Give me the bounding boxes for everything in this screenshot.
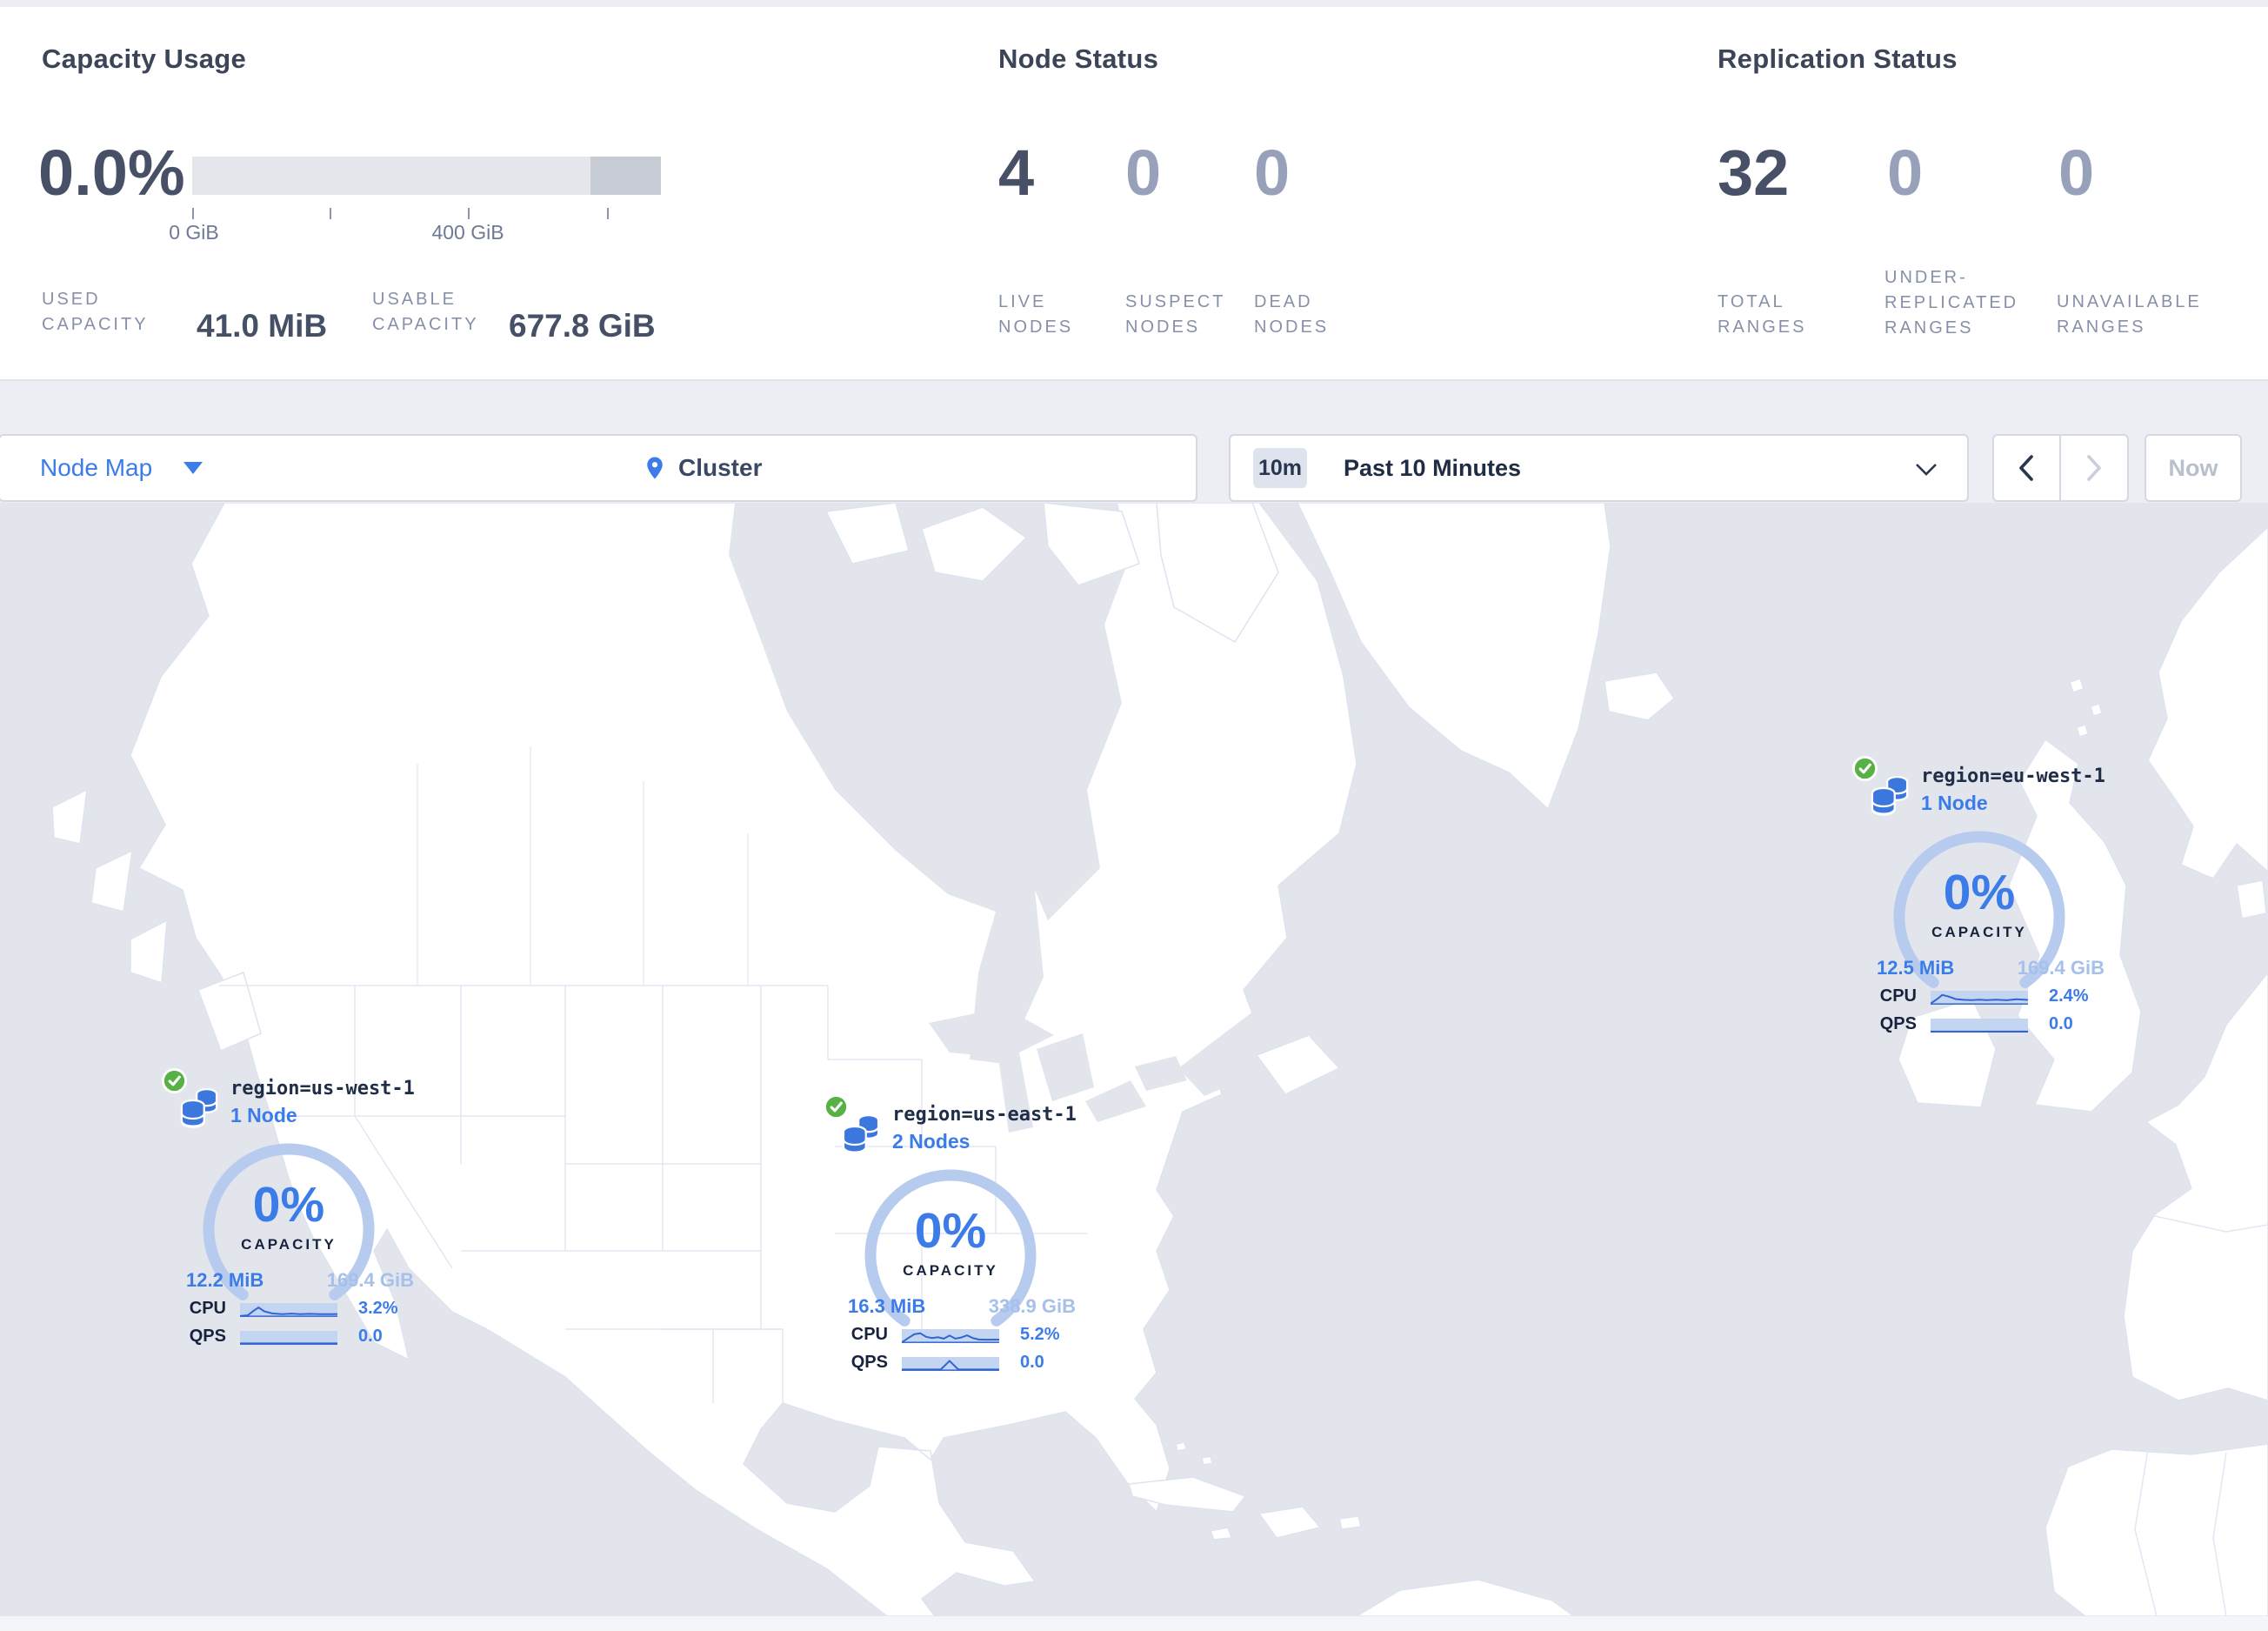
total-ranges-label: TOTAL RANGES: [1718, 292, 1807, 337]
capacity-usage-bar: [192, 157, 661, 195]
breadcrumb[interactable]: Cluster: [642, 436, 762, 500]
view-mode-dropdown[interactable]: Node Map: [40, 436, 203, 500]
world-map-svg: [0, 502, 2268, 1617]
qps-metric-row: QPS 0.0: [161, 1326, 422, 1350]
chevron-left-icon: [2019, 455, 2034, 481]
cpu-metric-row: CPU 2.4%: [1851, 986, 2112, 1010]
cpu-sparkline: [240, 1303, 337, 1317]
database-stack-icon: [842, 1114, 880, 1156]
qps-metric-row: QPS 0.0: [1851, 1013, 2112, 1038]
unavailable-ranges-count: 0: [2058, 137, 2095, 209]
time-step-forward-button[interactable]: [2061, 436, 2128, 500]
used-capacity-value: 41.0 MiB: [197, 308, 328, 344]
chevron-down-icon: [1916, 464, 1937, 476]
capacity-axis-tick-400: 400 GiB: [431, 221, 504, 244]
capacity-bar-axis: [192, 208, 661, 219]
live-nodes-label: LIVE NODES: [998, 292, 1074, 337]
under-replicated-ranges-label: UNDER- REPLICATED RANGES: [1884, 268, 2019, 338]
time-range-dropdown[interactable]: 10m Past 10 Minutes: [1229, 434, 1969, 502]
capacity-caption: CAPACITY: [903, 1262, 998, 1279]
database-stack-icon: [1871, 776, 1909, 818]
capacity-used-value: 16.3 MiB: [848, 1295, 926, 1317]
usable-capacity-value: 677.8 GiB: [509, 308, 656, 344]
time-step-back-button[interactable]: [1994, 436, 2061, 500]
capacity-used-value: 12.2 MiB: [186, 1269, 264, 1291]
dead-nodes-count: 0: [1254, 137, 1291, 209]
suspect-nodes-label: SUSPECT NODES: [1125, 292, 1226, 337]
qps-sparkline: [902, 1357, 999, 1371]
region-label: region=us-west-1: [230, 1078, 415, 1100]
dead-nodes-label: DEAD NODES: [1254, 292, 1330, 337]
cpu-label: CPU: [850, 1325, 888, 1344]
qps-value: 0.0: [1020, 1353, 1044, 1372]
view-mode-label: Node Map: [40, 454, 153, 481]
capacity-values: 16.3 MiB 338.9 GiB: [848, 1294, 1076, 1319]
qps-value: 0.0: [2049, 1014, 2073, 1033]
capacity-percent: 0%: [252, 1177, 325, 1233]
capacity-caption: CAPACITY: [241, 1236, 337, 1253]
map-toolbar: Node Map Cluster: [0, 434, 1197, 502]
node-count-label: 1 Node: [230, 1104, 297, 1126]
node-map-page: Capacity Usage 0.0% 0 GiB 400 GiB USED C…: [0, 0, 2268, 1631]
replication-status-title: Replication Status: [1718, 43, 1958, 74]
capacity-used-value: 12.5 MiB: [1877, 957, 1955, 979]
qps-sparkline: [240, 1331, 337, 1345]
qps-metric-row: QPS 0.0: [823, 1352, 1084, 1376]
usable-capacity-label: USABLE CAPACITY: [372, 290, 479, 334]
capacity-total-value: 169.4 GiB: [326, 1269, 414, 1291]
map-bottom-strip: [0, 1616, 2268, 1631]
world-map[interactable]: [0, 502, 2268, 1617]
qps-sparkline: [1931, 1019, 2028, 1033]
capacity-axis-tick-0: 0 GiB: [169, 221, 219, 244]
qps-label: QPS: [189, 1327, 226, 1346]
map-pin-icon: [642, 453, 668, 483]
node-map-marker-eu-west-1[interactable]: region=eu-west-1 1 Node 0% CAPACITY 12.5…: [1851, 760, 2112, 1056]
capacity-usage-title: Capacity Usage: [42, 43, 247, 74]
capacity-values: 12.2 MiB 169.4 GiB: [186, 1268, 414, 1293]
node-map-marker-us-west-1[interactable]: region=us-west-1 1 Node 0% CAPACITY 12.2…: [161, 1073, 422, 1368]
region-label: region=eu-west-1: [1921, 765, 2105, 787]
cpu-metric-row: CPU 5.2%: [823, 1324, 1084, 1348]
node-count-label: 2 Nodes: [892, 1130, 971, 1153]
total-ranges-count: 32: [1718, 137, 1790, 209]
capacity-total-value: 169.4 GiB: [2017, 957, 2105, 979]
capacity-percent: 0%: [914, 1203, 987, 1259]
cluster-summary-panel: Capacity Usage 0.0% 0 GiB 400 GiB USED C…: [0, 7, 2268, 381]
now-button-label: Now: [2168, 454, 2218, 481]
capacity-total-value: 338.9 GiB: [988, 1295, 1076, 1317]
unavailable-ranges-label: UNAVAILABLE RANGES: [2057, 292, 2202, 337]
capacity-usage-percent: 0.0%: [38, 137, 185, 209]
qps-label: QPS: [850, 1353, 888, 1372]
node-status-title: Node Status: [998, 43, 1159, 74]
now-button[interactable]: Now: [2145, 434, 2242, 502]
cpu-label: CPU: [189, 1299, 226, 1318]
cpu-value: 2.4%: [2049, 986, 2089, 1006]
capacity-percent: 0%: [1943, 865, 2016, 920]
capacity-bar-reserved: [590, 157, 661, 195]
cpu-label: CPU: [1879, 986, 1917, 1006]
cpu-sparkline: [1931, 991, 2028, 1005]
time-window-label: Past 10 Minutes: [1344, 454, 1522, 481]
under-replicated-ranges-count: 0: [1887, 137, 1924, 209]
cpu-sparkline: [902, 1329, 999, 1343]
used-capacity-label: USED CAPACITY: [42, 290, 149, 334]
capacity-values: 12.5 MiB 169.4 GiB: [1877, 956, 2105, 980]
chevron-right-icon: [2086, 455, 2101, 481]
database-stack-icon: [180, 1088, 218, 1130]
qps-label: QPS: [1879, 1014, 1917, 1033]
suspect-nodes-count: 0: [1125, 137, 1162, 209]
breadcrumb-label: Cluster: [678, 454, 763, 481]
cpu-metric-row: CPU 3.2%: [161, 1298, 422, 1322]
time-step-buttons: [1992, 434, 2129, 502]
node-count-label: 1 Node: [1921, 792, 1988, 814]
cpu-value: 3.2%: [358, 1299, 398, 1318]
qps-value: 0.0: [358, 1327, 383, 1346]
cpu-value: 5.2%: [1020, 1325, 1060, 1344]
region-label: region=us-east-1: [892, 1104, 1077, 1126]
time-window-badge: 10m: [1253, 448, 1307, 488]
capacity-caption: CAPACITY: [1931, 924, 2027, 940]
chevron-down-icon: [183, 462, 203, 474]
live-nodes-count: 4: [998, 137, 1035, 209]
node-map-marker-us-east-1[interactable]: region=us-east-1 2 Nodes 0% CAPACITY 16.…: [823, 1099, 1084, 1394]
